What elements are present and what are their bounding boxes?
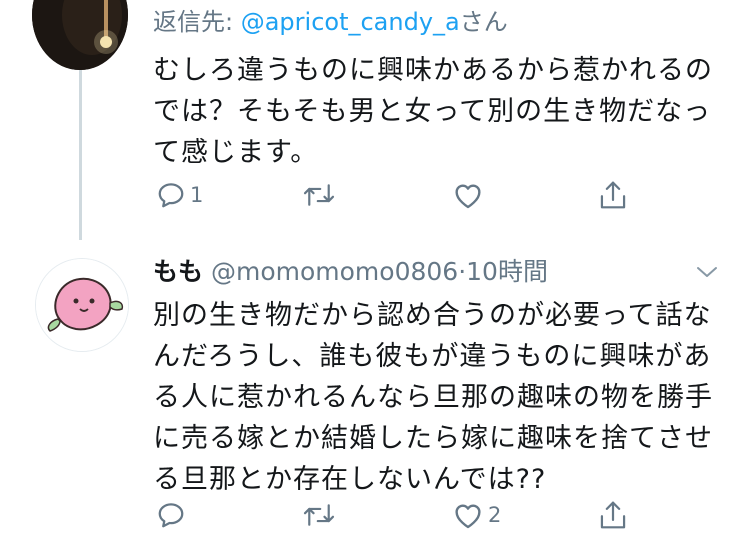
like-icon (452, 500, 484, 530)
like-button[interactable] (452, 175, 488, 215)
share-button[interactable] (598, 495, 628, 535)
like-button[interactable]: 2 (452, 495, 501, 535)
display-name[interactable]: もも (153, 257, 203, 286)
like-icon (452, 180, 484, 210)
reply-prefix: 返信先: (153, 8, 241, 36)
tweet-menu-button[interactable] (693, 262, 721, 282)
share-button[interactable] (598, 175, 628, 215)
share-icon (598, 499, 628, 531)
reply-button[interactable] (156, 495, 190, 535)
tweet-text: むしろ違うものに興味かあるから惹かれるの では？そもそも男と女って別の生き物だな… (153, 55, 713, 168)
timestamp[interactable]: 10時間 (466, 257, 548, 286)
thread-line (79, 70, 82, 240)
tweet-actions: 1 (150, 175, 650, 215)
reply-count: 1 (190, 183, 204, 207)
reply-icon (156, 500, 186, 530)
reply-handle-link[interactable]: @apricot_candy_a (241, 8, 460, 36)
tweet-text: 別の生き物だから認め合うのが必要って話な んだろうし、誰も彼もが違うものに興味が… (153, 300, 713, 495)
reply-icon (156, 180, 186, 210)
retweet-button[interactable] (302, 495, 336, 535)
separator-dot: · (458, 257, 467, 286)
retweet-icon (302, 500, 336, 530)
reply-button[interactable]: 1 (156, 175, 203, 215)
retweet-button[interactable] (302, 175, 336, 215)
retweet-icon (302, 180, 336, 210)
avatar[interactable] (35, 258, 129, 352)
avatar[interactable] (32, 0, 128, 70)
chevron-down-icon (693, 267, 721, 286)
tweet-actions: 2 (150, 495, 650, 535)
tweet-header: もも @momomomo0806·10時間 (153, 252, 548, 288)
reply-suffix: さん (459, 8, 508, 36)
like-count: 2 (488, 503, 502, 527)
reply-to-label: 返信先: @apricot_candy_aさん (153, 2, 508, 37)
user-handle[interactable]: @momomomo0806 (211, 257, 458, 286)
share-icon (598, 179, 628, 211)
